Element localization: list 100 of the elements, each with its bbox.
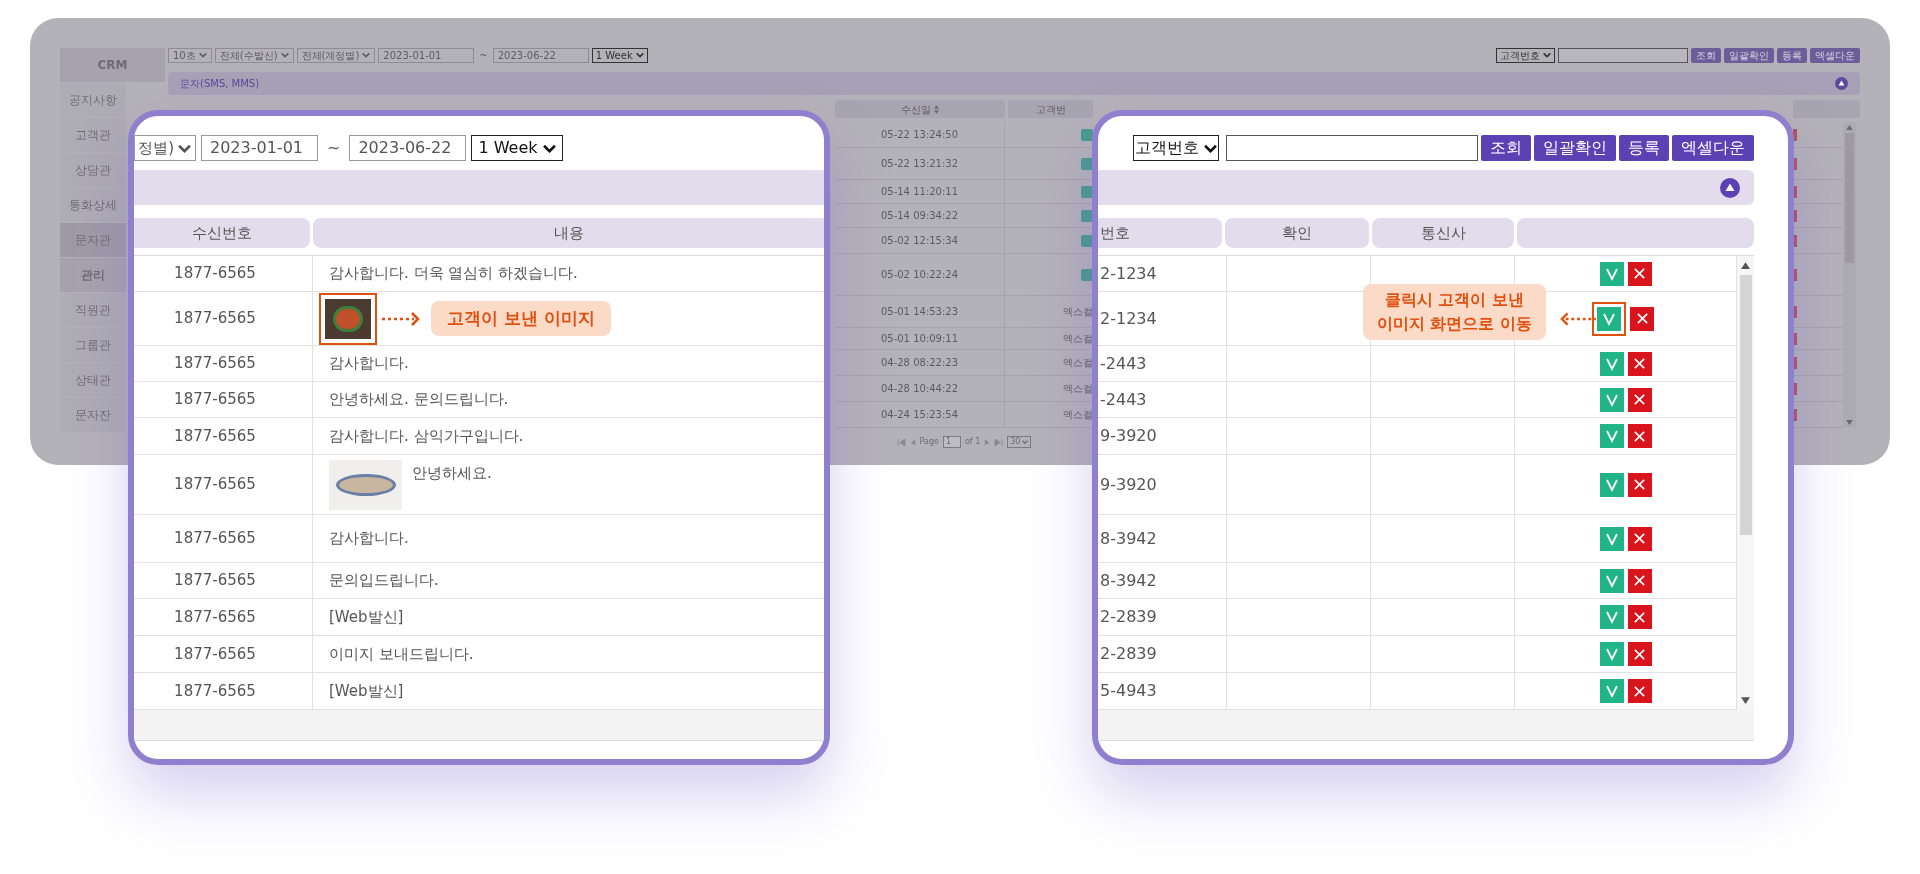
- close-icon: [1635, 312, 1649, 325]
- v-check-icon: [1604, 477, 1619, 492]
- column-header[interactable]: 수신일: [835, 100, 1005, 118]
- search-type-select[interactable]: 고객번호: [1496, 47, 1555, 63]
- table-cell: 05-22 13:21:32: [835, 148, 1005, 179]
- sidebar-header: CRM: [60, 48, 165, 82]
- filter-select[interactable]: 전체(수발신): [214, 47, 294, 63]
- toolbar-button[interactable]: 일괄확인: [1534, 135, 1616, 161]
- table-cell: 05-14 09:34:22: [835, 204, 1005, 227]
- sidebar-item[interactable]: 그룹관: [60, 328, 126, 362]
- scroll-down-icon[interactable]: [1741, 697, 1750, 704]
- v-check-icon: [1604, 266, 1619, 281]
- v-check-icon: [1604, 429, 1619, 443]
- table-cell: 1877-6565: [134, 599, 313, 635]
- page-label: Page: [919, 436, 939, 448]
- toolbar-button[interactable]: 조회: [1691, 47, 1721, 63]
- approve-button[interactable]: [1599, 605, 1624, 629]
- toolbar-button[interactable]: 일괄확인: [1724, 47, 1774, 63]
- chevron-down-icon: [362, 52, 371, 58]
- table-cell-text: 9-3920: [1099, 473, 1158, 496]
- approve-button[interactable]: [1599, 424, 1624, 448]
- message-text: 감사합니다.: [329, 528, 409, 550]
- delete-button[interactable]: [1627, 526, 1652, 551]
- close-icon: [1633, 478, 1646, 491]
- table-cell: 1877-6565: [134, 636, 313, 672]
- sidebar-item[interactable]: 상태관: [60, 363, 126, 397]
- approve-button[interactable]: [1599, 526, 1624, 551]
- search-field[interactable]: [1226, 135, 1478, 161]
- table-cell: 1877-6565: [134, 256, 313, 291]
- table-cell-text: 9-3920: [1099, 425, 1158, 447]
- sidebar-header: 관리: [60, 258, 126, 292]
- delete-button[interactable]: [1630, 306, 1654, 331]
- status-badge: [1081, 128, 1093, 141]
- sidebar-item[interactable]: 상담관: [60, 153, 126, 187]
- table-cell: 04-28 08:22:23: [835, 350, 1005, 375]
- search-field[interactable]: [1558, 47, 1688, 63]
- per-page-select[interactable]: 30: [1007, 436, 1032, 448]
- delete-button[interactable]: [1627, 351, 1652, 376]
- filter-select[interactable]: 정별): [134, 135, 196, 161]
- toolbar-button[interactable]: 등록: [1619, 135, 1669, 161]
- delete-button[interactable]: [1627, 568, 1652, 593]
- date-field[interactable]: 2023-06-22: [492, 47, 589, 63]
- approve-button[interactable]: [1599, 472, 1624, 497]
- date-field[interactable]: 2023-01-01: [201, 135, 318, 161]
- section-title: 문자(SMS, MMS): [180, 77, 260, 91]
- approve-button[interactable]: [1599, 568, 1624, 593]
- first-page-icon[interactable]: [896, 438, 906, 446]
- approve-button[interactable]: [1599, 679, 1624, 703]
- toolbar-button[interactable]: 조회: [1481, 135, 1531, 161]
- chevron-down-icon: [542, 143, 556, 153]
- toolbar-button[interactable]: 등록: [1777, 47, 1807, 63]
- status-badge: [1081, 209, 1093, 222]
- previous-page-icon[interactable]: [909, 438, 916, 446]
- status-badge: [1081, 185, 1093, 198]
- message-text: [Web발신]: [329, 606, 404, 628]
- table-cell-text: 엑스컬: [1063, 382, 1093, 396]
- toolbar-button[interactable]: 엑셀다운: [1672, 135, 1754, 161]
- table-cell: 05-02 10:22:24: [835, 254, 1005, 295]
- toolbar-button[interactable]: 엑셀다운: [1810, 47, 1860, 63]
- delete-button[interactable]: [1627, 424, 1652, 448]
- column-header: 고객번: [1008, 100, 1093, 118]
- delete-button[interactable]: [1627, 679, 1652, 703]
- delete-button[interactable]: [1627, 261, 1652, 286]
- sidebar-item[interactable]: 통화상세: [60, 188, 126, 222]
- period-select[interactable]: 1 Week: [471, 135, 563, 161]
- scrollbar[interactable]: [1736, 256, 1754, 710]
- page-field[interactable]: 1: [942, 436, 961, 448]
- delete-button[interactable]: [1627, 387, 1652, 412]
- date-field[interactable]: 2023-06-22: [349, 135, 467, 161]
- close-icon: [1633, 532, 1646, 545]
- period-select[interactable]: 1 Week: [591, 47, 648, 63]
- collapse-icon[interactable]: [1720, 177, 1740, 198]
- delete-button[interactable]: [1627, 642, 1652, 666]
- table-cell-text: 엑스컬: [1063, 408, 1093, 422]
- table-cell-text: -2443: [1099, 352, 1148, 375]
- table-cell: 1877-6565: [134, 673, 313, 709]
- approve-button[interactable]: [1599, 387, 1624, 412]
- sidebar-item[interactable]: 직원관: [60, 293, 126, 327]
- chevron-down-icon: [635, 52, 644, 58]
- approve-button[interactable]: [1599, 642, 1624, 666]
- approve-button[interactable]: [1599, 351, 1624, 376]
- search-type-select[interactable]: 고객번호: [1133, 135, 1219, 161]
- last-page-icon[interactable]: [994, 438, 1004, 446]
- approve-button[interactable]: [1599, 261, 1624, 286]
- date-field[interactable]: 2023-01-01: [378, 47, 475, 63]
- sidebar-item[interactable]: 고객관: [60, 118, 126, 152]
- sidebar-item[interactable]: 문자잔: [60, 398, 126, 432]
- filter-select[interactable]: 전체(계정별): [296, 47, 376, 63]
- delete-button[interactable]: [1627, 605, 1652, 629]
- close-icon: [1633, 267, 1646, 280]
- table-cell: 05-01 14:53:23: [835, 296, 1005, 327]
- photo-placeholder[interactable]: [325, 298, 371, 339]
- scroll-up-icon[interactable]: [1741, 262, 1750, 269]
- filter-select[interactable]: 10초: [168, 47, 212, 63]
- sidebar-item[interactable]: 공지사항: [60, 83, 126, 117]
- collapse-icon[interactable]: [1835, 77, 1848, 90]
- delete-button[interactable]: [1627, 472, 1652, 497]
- v-check-icon: [1604, 356, 1619, 371]
- next-page-icon[interactable]: [984, 438, 991, 446]
- delete-button-edge[interactable]: [1793, 128, 1797, 141]
